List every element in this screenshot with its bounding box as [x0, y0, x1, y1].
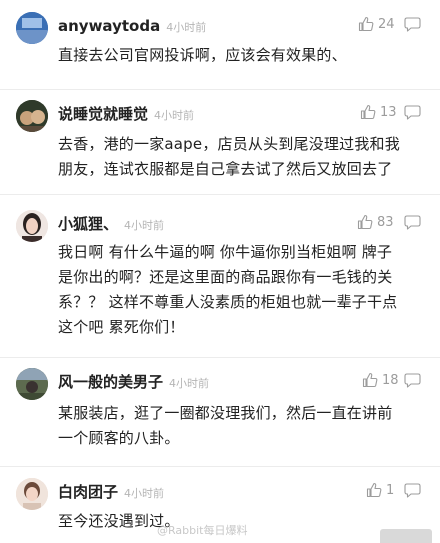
comment-user-row: 白肉团子 4小时前: [58, 482, 164, 504]
comment-text: 某服装店，逛了一圈都没理我们，然后一直在讲前 一个顾客的八卦。: [58, 404, 393, 447]
comment-item: 小狐狸、 4小时前 83 我日啊 有什么牛逼的啊 你牛逼你别当柜姐啊 牌子 是你出…: [0, 195, 440, 353]
like-button[interactable]: 83: [357, 214, 394, 230]
like-button[interactable]: 1: [366, 482, 394, 498]
username[interactable]: 风一般的美男子: [58, 373, 163, 391]
thumbs-up-icon: [360, 104, 376, 120]
comment-user-row: 风一般的美男子 4小时前: [58, 372, 209, 394]
comment-bubble-icon[interactable]: [404, 373, 421, 388]
like-count: 18: [382, 372, 399, 388]
like-button[interactable]: 13: [360, 104, 397, 120]
like-count: 24: [378, 16, 395, 32]
like-count: 13: [380, 104, 397, 120]
watermark: @Rabbit每日爆料: [157, 524, 248, 537]
avatar[interactable]: [16, 368, 48, 400]
timestamp: 4小时前: [169, 377, 210, 390]
timestamp: 4小时前: [154, 109, 195, 122]
comment-user-row: 小狐狸、 4小时前: [58, 214, 164, 236]
comment-text: 直接去公司官网投诉啊，应该会有效果的、: [58, 46, 347, 64]
username[interactable]: anywaytoda: [58, 17, 160, 35]
like-button[interactable]: 24: [358, 16, 395, 32]
avatar[interactable]: [16, 100, 48, 132]
avatar[interactable]: [16, 210, 48, 242]
thumbs-up-icon: [357, 214, 373, 230]
avatar[interactable]: [16, 478, 48, 510]
comment-bubble-icon[interactable]: [404, 483, 421, 498]
comment-bubble-icon[interactable]: [404, 17, 421, 32]
comment-user-row: anywaytoda 4小时前: [58, 16, 206, 38]
comment-item: 风一般的美男子 4小时前 18 某服装店，逛了一圈都没理我们，然后一直在讲前 一个…: [0, 358, 440, 463]
thumbs-up-icon: [358, 16, 374, 32]
like-button[interactable]: 18: [362, 372, 399, 388]
timestamp: 4小时前: [124, 487, 165, 500]
avatar[interactable]: [16, 12, 48, 44]
like-count: 1: [386, 482, 395, 498]
comment-item: anywaytoda 4小时前 24 直接去公司官网投诉啊，应该会有效果的、: [0, 0, 440, 80]
like-count: 83: [377, 214, 394, 230]
comment-item: 说睡觉就睡觉 4小时前 13 去香，港的一家aape，店员从头到尾没理过我和我 朋…: [0, 90, 440, 190]
timestamp: 4小时前: [166, 21, 207, 34]
timestamp: 4小时前: [124, 219, 165, 232]
username[interactable]: 说睡觉就睡觉: [58, 105, 148, 123]
comment-bubble-icon[interactable]: [404, 215, 421, 230]
thumbs-up-icon: [366, 482, 382, 498]
comment-text: 我日啊 有什么牛逼的啊 你牛逼你别当柜姐啊 牌子 是你出的啊？还是这里面的商品跟…: [58, 243, 398, 336]
comment-text: 去香，港的一家aape，店员从头到尾没理过我和我 朋友，连试衣服都是自己拿去试了…: [58, 135, 400, 178]
comment-user-row: 说睡觉就睡觉 4小时前: [58, 104, 194, 126]
comment-bubble-icon[interactable]: [404, 105, 421, 120]
thumbs-up-icon: [362, 372, 378, 388]
username[interactable]: 白肉团子: [58, 483, 118, 501]
username[interactable]: 小狐狸、: [58, 215, 118, 233]
